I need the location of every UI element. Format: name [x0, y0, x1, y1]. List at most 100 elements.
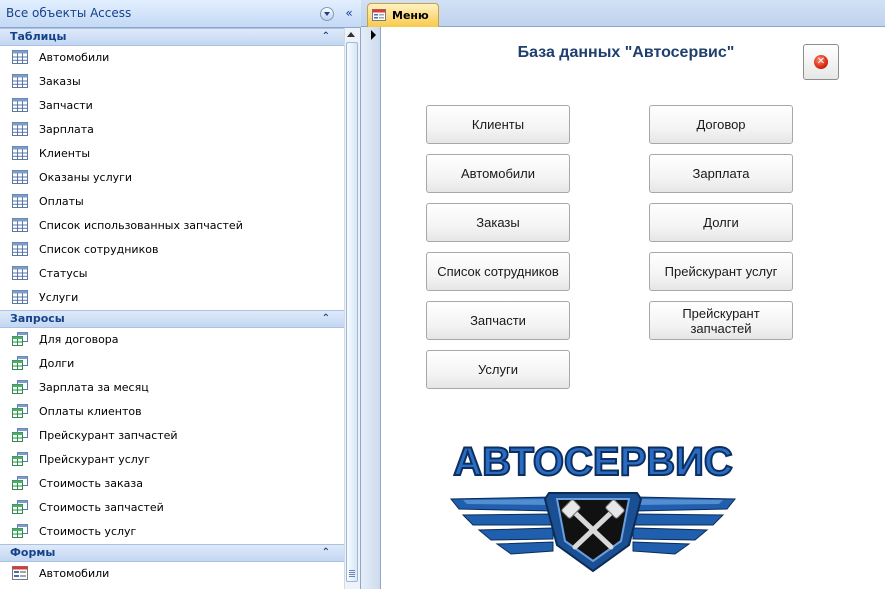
nav-item[interactable]: Долги — [0, 352, 344, 376]
nav-item[interactable]: Статусы — [0, 262, 344, 286]
nav-item-label: Зарплата — [39, 123, 94, 136]
chevron-up-icon[interactable]: ⌃ — [322, 29, 330, 45]
query-icon — [12, 332, 28, 346]
menu-form: База данных "Автосервис" ✕ Клиенты Автом… — [381, 27, 885, 589]
button-employees[interactable]: Список сотрудников — [426, 252, 570, 291]
nav-item-label: Статусы — [39, 267, 88, 280]
nav-item[interactable]: Автомобили — [0, 562, 344, 586]
navigation-pane: Все объекты Access « Таблицы ⌃ Автомобили З… — [0, 0, 361, 589]
nav-item[interactable]: Стоимость заказа — [0, 472, 344, 496]
nav-item[interactable]: Зарплата — [0, 118, 344, 142]
tab-menu-label: Меню — [392, 9, 429, 22]
button-debts[interactable]: Долги — [649, 203, 793, 242]
nav-item[interactable]: Список использованных запчастей — [0, 214, 344, 238]
button-service-prices[interactable]: Прейскурант услуг — [649, 252, 793, 291]
nav-item-label: Клиенты — [39, 147, 91, 160]
nav-item-label: Оказаны услуги — [39, 171, 133, 184]
nav-item-label: Автомобили — [39, 51, 110, 64]
nav-item[interactable]: Клиенты — [0, 142, 344, 166]
record-pointer-icon — [371, 30, 376, 40]
nav-item[interactable]: Зарплата за месяц — [0, 376, 344, 400]
button-parts[interactable]: Запчасти — [426, 301, 570, 340]
form-icon — [372, 9, 386, 21]
nav-item-label: Стоимость запчастей — [39, 501, 164, 514]
button-services[interactable]: Услуги — [426, 350, 570, 389]
nav-item[interactable]: Для договора — [0, 328, 344, 352]
nav-item-label: Прейскурант запчастей — [39, 429, 178, 442]
nav-scrollbar[interactable] — [344, 28, 360, 589]
nav-item[interactable]: Список сотрудников — [0, 238, 344, 262]
nav-item[interactable]: Оплаты — [0, 190, 344, 214]
button-orders[interactable]: Заказы — [426, 203, 570, 242]
nav-item-label: Запчасти — [39, 99, 93, 112]
nav-item[interactable]: Оказаны услуги — [0, 166, 344, 190]
nav-item-label: Список использованных запчастей — [39, 219, 243, 232]
chevron-down-icon[interactable] — [320, 7, 334, 21]
table-icon — [12, 266, 28, 280]
nav-header[interactable]: Все объекты Access « — [0, 0, 361, 28]
table-icon — [12, 218, 28, 232]
nav-item[interactable]: Прейскурант запчастей — [0, 424, 344, 448]
nav-group-header[interactable]: Запросы ⌃ — [0, 310, 344, 328]
nav-item[interactable]: Заказы — [0, 70, 344, 94]
collapse-pane-icon[interactable]: « — [342, 7, 356, 21]
table-icon — [12, 194, 28, 208]
nav-group-header[interactable]: Формы ⌃ — [0, 544, 344, 562]
table-icon — [12, 290, 28, 304]
query-icon — [12, 380, 28, 394]
nav-item-label: Заказы — [39, 75, 81, 88]
nav-item[interactable]: Оплаты клиентов — [0, 400, 344, 424]
close-icon: ✕ — [814, 55, 828, 69]
nav-item[interactable]: Автомобили — [0, 46, 344, 70]
scrollbar-thumb[interactable] — [346, 42, 358, 582]
record-selector[interactable] — [361, 27, 381, 589]
nav-group-label: Таблицы — [10, 30, 67, 43]
query-icon — [12, 428, 28, 442]
autoservice-logo: АВТОСЕРВИС — [449, 439, 737, 573]
nav-item-label: Прейскурант услуг — [39, 453, 151, 466]
query-icon — [12, 524, 28, 538]
table-icon — [12, 146, 28, 160]
nav-item[interactable]: Прейскурант услуг — [0, 448, 344, 472]
table-icon — [12, 170, 28, 184]
query-icon — [12, 404, 28, 418]
tab-menu[interactable]: Меню — [367, 3, 439, 27]
button-parts-prices[interactable]: Прейскурант запчастей — [649, 301, 793, 340]
query-icon — [12, 452, 28, 466]
nav-title[interactable]: Все объекты Access — [6, 6, 131, 20]
nav-item[interactable]: Стоимость запчастей — [0, 496, 344, 520]
close-form-button[interactable]: ✕ — [803, 44, 839, 80]
table-icon — [12, 98, 28, 112]
form-icon — [12, 566, 28, 580]
nav-item-label: Долги — [39, 357, 75, 370]
button-cars[interactable]: Автомобили — [426, 154, 570, 193]
nav-item[interactable]: Стоимость услуг — [0, 520, 344, 544]
nav-item-label: Стоимость услуг — [39, 525, 137, 538]
query-icon — [12, 500, 28, 514]
nav-object-list: Таблицы ⌃ Автомобили Заказы Запчасти Зарплата… — [0, 28, 344, 589]
document-area: Меню База данных "Автосервис" ✕ Клиенты … — [361, 0, 885, 589]
query-icon — [12, 356, 28, 370]
table-icon — [12, 242, 28, 256]
nav-item-label: Для договора — [39, 333, 119, 346]
chevron-up-icon[interactable]: ⌃ — [322, 311, 330, 327]
table-icon — [12, 74, 28, 88]
button-clients[interactable]: Клиенты — [426, 105, 570, 144]
nav-item-label: Услуги — [39, 291, 79, 304]
nav-item-label: Стоимость заказа — [39, 477, 143, 490]
nav-item-label: Зарплата за месяц — [39, 381, 149, 394]
table-icon — [12, 122, 28, 136]
nav-item[interactable]: Услуги — [0, 286, 344, 310]
scroll-up-icon[interactable] — [347, 32, 355, 37]
nav-item-label: Список сотрудников — [39, 243, 159, 256]
button-salary[interactable]: Зарплата — [649, 154, 793, 193]
nav-group-label: Формы — [10, 546, 56, 559]
nav-item-label: Автомобили — [39, 567, 110, 580]
nav-group-header[interactable]: Таблицы ⌃ — [0, 28, 344, 46]
button-contract[interactable]: Договор — [649, 105, 793, 144]
nav-item-label: Оплаты клиентов — [39, 405, 142, 418]
chevron-up-icon[interactable]: ⌃ — [322, 545, 330, 561]
table-icon — [12, 50, 28, 64]
nav-item-label: Оплаты — [39, 195, 84, 208]
nav-item[interactable]: Запчасти — [0, 94, 344, 118]
